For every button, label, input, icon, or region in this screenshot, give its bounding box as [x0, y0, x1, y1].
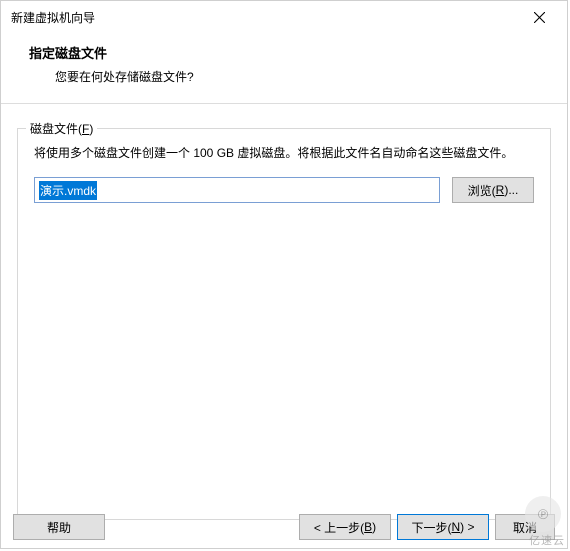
close-icon [534, 12, 545, 23]
browse-button[interactable]: 浏览(R)... [452, 177, 534, 203]
next-button[interactable]: 下一步(N) > [397, 514, 489, 540]
window-title: 新建虚拟机向导 [11, 9, 519, 26]
disk-file-fieldset: 磁盘文件(F) 将使用多个磁盘文件创建一个 100 GB 虚拟磁盘。将根据此文件… [17, 128, 551, 520]
title-bar: 新建虚拟机向导 [1, 1, 567, 33]
wizard-header: 指定磁盘文件 您要在何处存储磁盘文件? [1, 33, 567, 103]
fieldset-description: 将使用多个磁盘文件创建一个 100 GB 虚拟磁盘。将根据此文件名自动命名这些磁… [34, 143, 534, 163]
help-button[interactable]: 帮助 [13, 514, 105, 540]
file-row: 演示.vmdk 浏览(R)... [34, 177, 534, 203]
close-button[interactable] [519, 3, 559, 31]
back-button[interactable]: < 上一步(B) [299, 514, 391, 540]
disk-file-value: 演示.vmdk [39, 181, 97, 200]
page-title: 指定磁盘文件 [29, 43, 539, 62]
fieldset-legend: 磁盘文件(F) [26, 120, 97, 137]
wizard-footer: 帮助 < 上一步(B) 下一步(N) > 取消 [1, 514, 567, 540]
disk-file-input[interactable]: 演示.vmdk [34, 177, 440, 203]
wizard-window: 新建虚拟机向导 指定磁盘文件 您要在何处存储磁盘文件? 磁盘文件(F) 将使用多… [0, 0, 568, 549]
content-area: 磁盘文件(F) 将使用多个磁盘文件创建一个 100 GB 虚拟磁盘。将根据此文件… [1, 103, 567, 530]
cancel-button[interactable]: 取消 [495, 514, 555, 540]
page-subtitle: 您要在何处存储磁盘文件? [55, 68, 539, 85]
